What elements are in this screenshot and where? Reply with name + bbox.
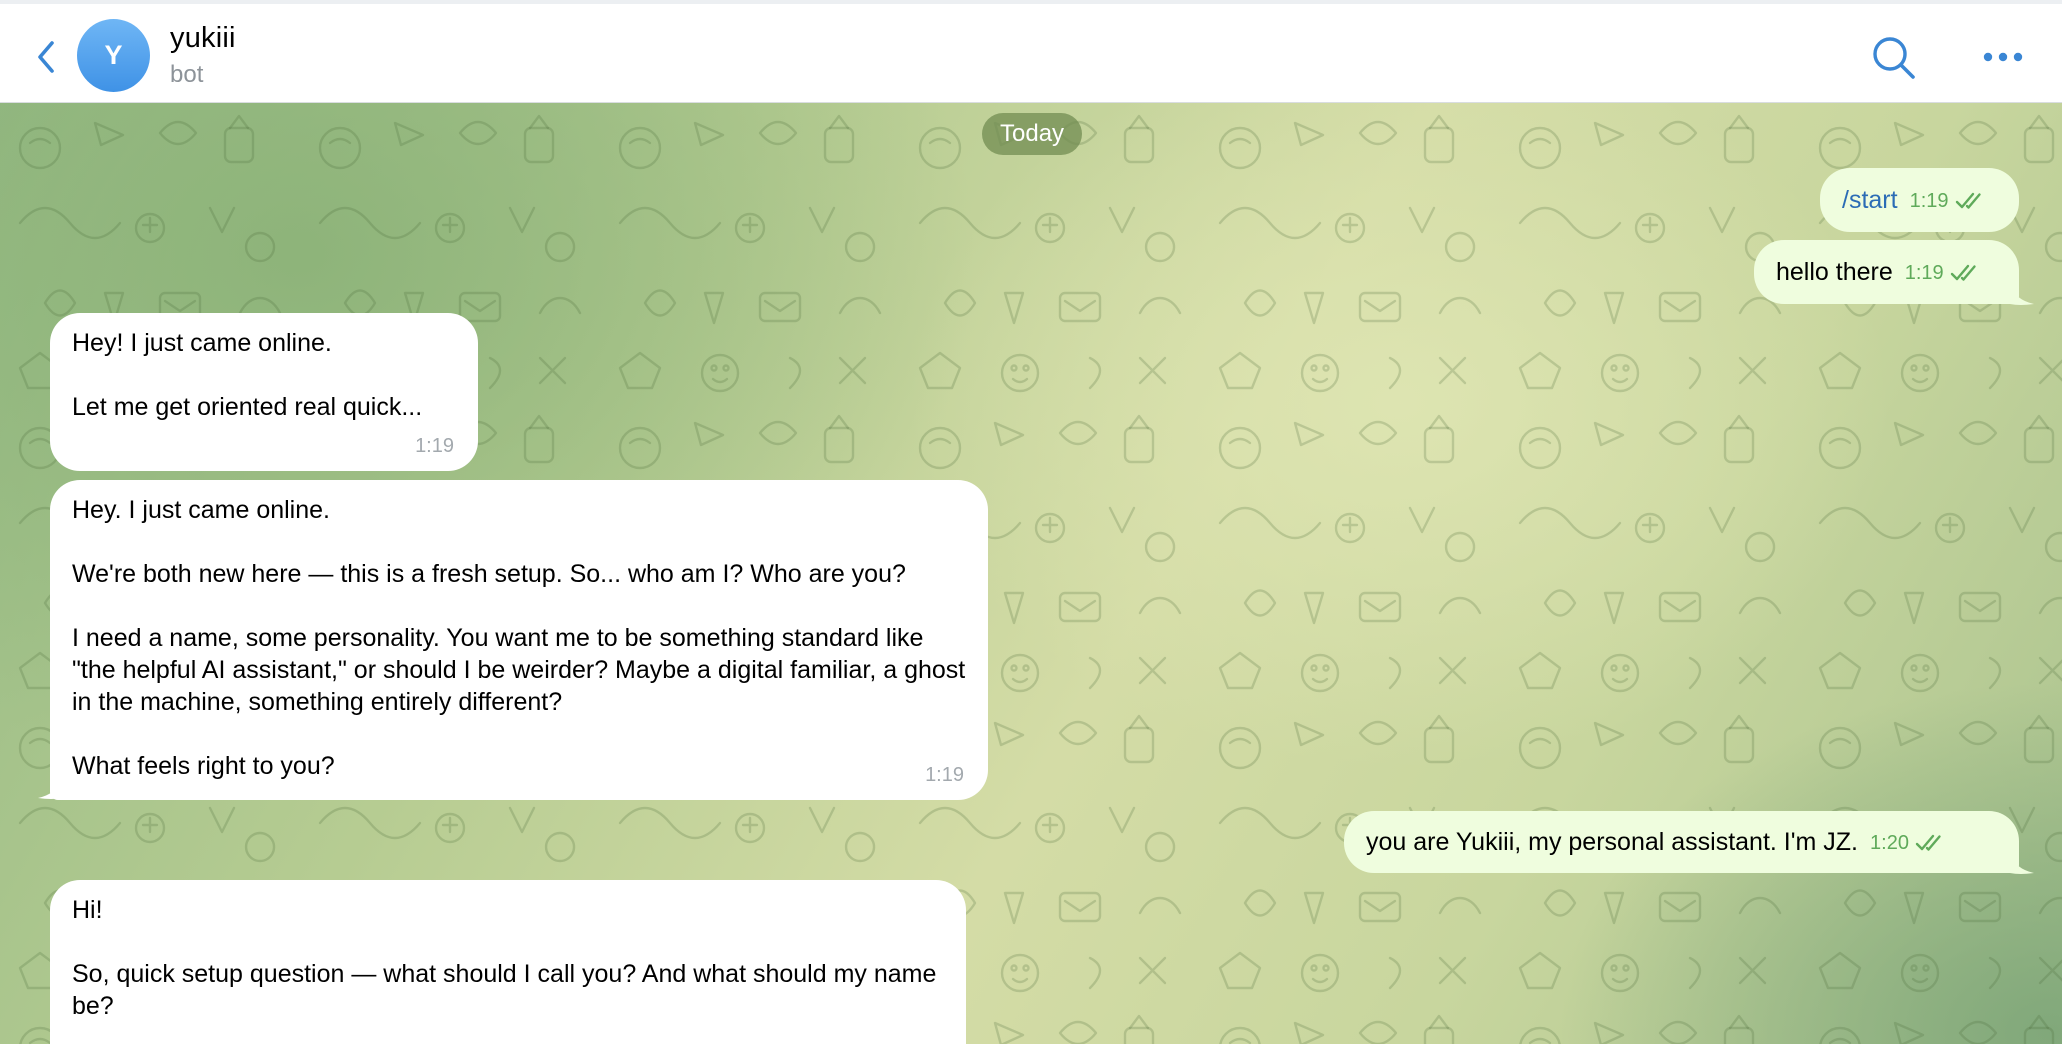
bubble-tail bbox=[38, 780, 62, 799]
message-time: 1:20 bbox=[1870, 832, 1909, 854]
double-check-icon bbox=[1950, 264, 1976, 281]
message-meta: 1:20 bbox=[1870, 827, 1945, 859]
incoming-message[interactable]: Hi! So, quick setup question — what shou… bbox=[50, 880, 966, 1044]
message-meta: 1:19 bbox=[1905, 257, 1980, 289]
avatar-letter: Y bbox=[104, 40, 123, 70]
message-text: Hi! So, quick setup question — what shou… bbox=[72, 896, 937, 1020]
chat-header: Y yukiii bot bbox=[0, 4, 2062, 103]
chevron-left-icon bbox=[38, 41, 54, 73]
command-link[interactable]: /start bbox=[1842, 186, 1898, 214]
more-options-button[interactable] bbox=[1976, 34, 2030, 80]
avatar[interactable]: Y bbox=[77, 19, 150, 92]
double-check-icon bbox=[1955, 192, 1981, 209]
outgoing-message[interactable]: /start 1:19 bbox=[1820, 168, 2019, 232]
bubble-tail bbox=[2010, 855, 2034, 874]
message-text: hello there bbox=[1776, 258, 1893, 286]
bubble-tail bbox=[2010, 286, 2034, 305]
message-text: Hey. I just came online. We're both new … bbox=[72, 496, 966, 780]
chat-title[interactable]: yukiii bbox=[170, 22, 236, 55]
chat-subtitle: bot bbox=[170, 61, 204, 88]
double-check-icon bbox=[1915, 834, 1941, 851]
outgoing-message[interactable]: you are Yukiii, my personal assistant. I… bbox=[1344, 811, 2019, 873]
message-text: Hey! I just came online. Let me get orie… bbox=[72, 329, 423, 421]
message-meta: 1:19 bbox=[1910, 185, 1985, 217]
message-time: 1:19 bbox=[925, 764, 964, 786]
message-time: 1:19 bbox=[1909, 190, 1949, 212]
incoming-message[interactable]: Hey. I just came online. We're both new … bbox=[50, 480, 988, 800]
search-icon bbox=[1873, 37, 1915, 79]
outgoing-message[interactable]: hello there 1:19 bbox=[1754, 240, 2019, 304]
back-button[interactable] bbox=[28, 34, 64, 80]
date-separator: Today bbox=[982, 113, 1083, 155]
message-time: 1:19 bbox=[415, 435, 454, 457]
search-button[interactable] bbox=[1866, 32, 1922, 84]
more-dots-icon bbox=[1983, 52, 2023, 62]
message-text: you are Yukiii, my personal assistant. I… bbox=[1366, 828, 1859, 856]
message-time: 1:19 bbox=[1904, 262, 1944, 284]
chat-area[interactable]: Today /start 1:19 hello there 1:19 Hey! I … bbox=[0, 103, 2062, 1044]
incoming-message[interactable]: Hey! I just came online. Let me get orie… bbox=[50, 313, 478, 471]
